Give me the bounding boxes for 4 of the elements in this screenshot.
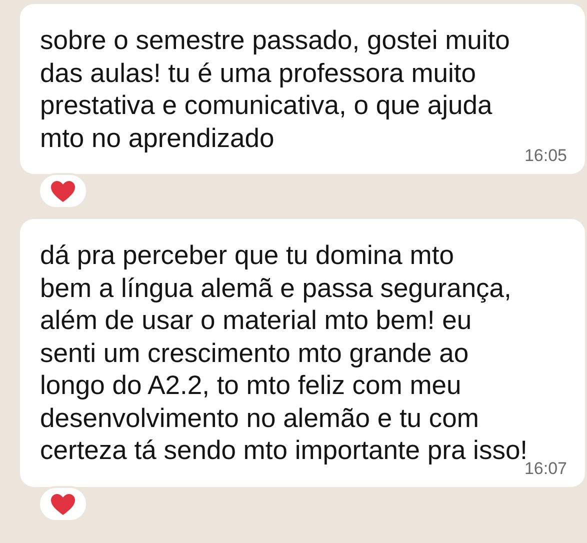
heart-icon (50, 180, 76, 204)
heart-icon (50, 492, 76, 516)
message-text: sobre o semestre passado, gostei muito das aulas! tu é uma professora muito prestativa e comunicativa, o que ajuda mto no aprendizado (40, 24, 511, 154)
message-time: 16:05 (523, 146, 567, 166)
